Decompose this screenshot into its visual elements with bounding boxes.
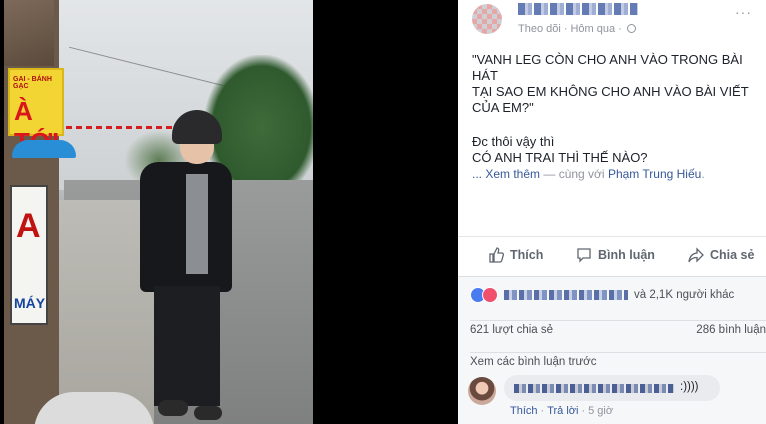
person-helmet [172,110,222,144]
commenter-avatar[interactable] [468,377,496,405]
reactor-names-blurred [504,290,628,300]
meta-separator: · [563,23,568,35]
see-more-link[interactable]: ... Xem thêm [472,167,540,181]
shop-sign-low-text: MÁY [14,295,46,311]
tagged-end: . [701,167,705,181]
post-header: Theo dõi · Hôm qua · ··· [458,0,766,40]
post-footer-line: ... Xem thêm — cùng với Phạm Trung Hiếu. [472,166,764,182]
comment-icon [577,248,591,263]
comment-bubble: :)))) [504,375,720,401]
view-previous-comments[interactable]: Xem các bình luận trước [470,352,766,368]
comment-action-separator: · [540,405,545,417]
post-stats: 621 lượt chia sẻ 286 bình luận [470,320,766,336]
share-label: Chia sẻ [710,248,755,262]
person-legs [154,286,220,406]
photo-roof [4,0,54,66]
photo-umbrella [12,140,76,158]
person-shoe-right [194,406,222,420]
post-meta: Theo dõi · Hôm qua · [518,23,636,35]
comment-label: Bình luận [598,248,655,262]
post-text-gap [472,116,764,134]
with-separator: — cùng với [540,167,608,181]
more-options-icon[interactable]: ··· [735,4,752,20]
post-engagement: và 2,1K người khác 621 lượt chia sẻ 286 … [458,276,766,424]
author-avatar[interactable] [472,4,502,34]
comment-actions: Thích · Trả lời · 5 giờ [510,405,613,417]
shares-count[interactable]: 621 lượt chia sẻ [470,324,553,336]
reactions-others: và 2,1K người khác [634,289,735,301]
view-previous-label: Xem các bình luận trước [470,356,597,368]
shop-sign-small-text: GAI - BÁNH GẠC [13,76,52,90]
like-button[interactable]: Thích [488,247,543,263]
post-body: "VANH LEG CÒN CHO ANH VÀO TRONG BÀI HÁT … [472,52,764,182]
follow-link[interactable]: Theo dõi [518,23,561,35]
post-text-quote: "VANH LEG CÒN CHO ANH VÀO TRONG BÀI HÁT … [472,52,749,115]
share-icon [688,247,704,263]
post-actions: Thích Bình luận Chia sẻ [458,236,766,274]
meta-separator: · [618,23,622,35]
person-shirt [186,174,208,274]
author-name-blurred[interactable] [518,3,638,15]
thumbs-up-icon [489,247,504,263]
post-text-line2: Đc thôi vậy thì [472,134,555,149]
photo-person [132,100,242,424]
reactions-summary[interactable]: và 2,1K người khác [470,286,734,304]
comments-count[interactable]: 286 bình luận [696,324,766,336]
post-text-line3: CÓ ANH TRAI THÌ THẾ NÀO? [472,150,648,165]
love-reaction-icon [482,287,498,303]
post-sidebar: Theo dõi · Hôm qua · ··· "VANH LEG CÒN CHO … [458,0,766,424]
comment-text-tail: :)))) [680,381,699,393]
post-photo[interactable]: GAI - BÁNH GẠC À TỚI A MÁY [4,0,313,424]
person-shoe-left [158,400,188,416]
photo-viewer: GAI - BÁNH GẠC À TỚI A MÁY [0,0,458,424]
comment-button[interactable]: Bình luận [576,247,655,263]
shop-sign-low: A MÁY [10,185,48,325]
like-label: Thích [510,248,544,262]
globe-icon [626,24,636,33]
comment-time[interactable]: 5 giờ [588,405,613,417]
comment-item: :)))) Thích · Trả lời · 5 giờ [468,375,764,421]
comment-text-blurred [514,384,674,393]
shop-sign-low-letter: A [16,207,41,245]
comment-reply-link[interactable]: Trả lời [547,405,578,417]
post-time[interactable]: Hôm qua [570,23,615,35]
comment-action-separator: · [581,405,586,417]
comment-like-link[interactable]: Thích [510,405,538,417]
shop-sign-top: GAI - BÁNH GẠC À TỚI [8,68,64,157]
share-button[interactable]: Chia sẻ [688,247,754,263]
tagged-person-link[interactable]: Phạm Trung Hiếu [608,167,701,181]
